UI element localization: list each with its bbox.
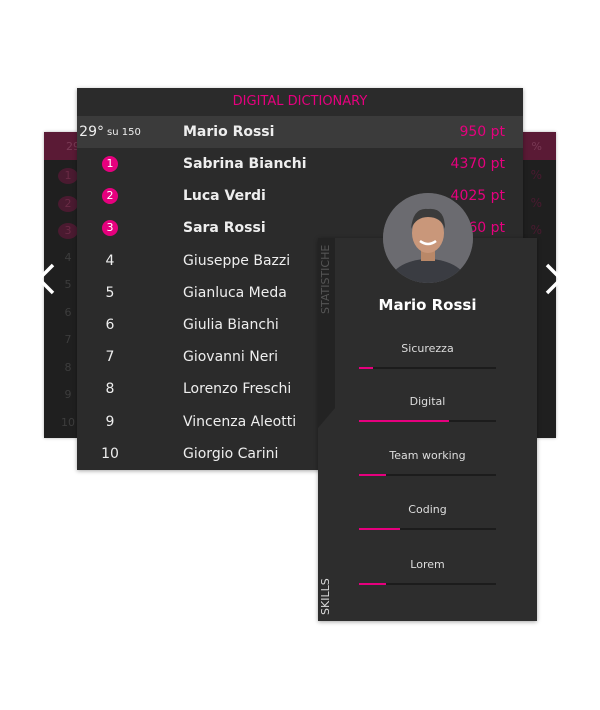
background-rank: 6 (64, 305, 72, 319)
rank-cell: 6 (77, 317, 143, 333)
player-name: Giulia Bianchi (183, 317, 279, 333)
profile-card: STATISTICHE SKILLS Mario Rossi Sicurezza… (318, 238, 537, 621)
player-name: Vincenza Aleotti (183, 413, 297, 430)
background-pct: % (531, 140, 542, 153)
table-row[interactable]: 1 Sabrina Bianchi 4370 pt (77, 148, 523, 180)
player-name: Sara Rossi (183, 220, 266, 237)
background-rank: 1 (58, 168, 78, 184)
my-rank: 29° su 150 (77, 124, 143, 140)
skill-bar-fill (359, 528, 401, 530)
avatar-photo (383, 193, 473, 283)
rank-number: 9 (105, 413, 115, 430)
skill-label: Sicurezza (401, 342, 454, 355)
rank-medal: 2 (102, 188, 118, 205)
background-rank: 7 (64, 333, 72, 346)
rank-number: 6 (105, 317, 115, 333)
player-name: Lorenzo Freschi (183, 381, 292, 398)
rank-total: su 150 (107, 126, 141, 138)
rank-number: 8 (105, 381, 115, 398)
rank-number: 7 (105, 349, 115, 366)
skill-item: Sicurezza (359, 342, 496, 369)
skill-item: Digital (359, 395, 496, 422)
rank-number: 5 (105, 284, 115, 301)
skill-label: Lorem (410, 558, 445, 571)
rank-cell: 5 (77, 285, 143, 301)
player-name: Giorgio Carini (183, 445, 279, 462)
skill-bar (359, 583, 496, 585)
background-pct: % (530, 168, 542, 182)
skill-bar-fill (359, 583, 387, 585)
skill-item: Coding (359, 503, 496, 530)
background-rank: 8 (64, 360, 72, 374)
skill-bar (359, 474, 496, 476)
skill-bar (359, 420, 496, 422)
profile-name: Mario Rossi (378, 296, 477, 314)
player-name: Sabrina Bianchi (183, 156, 307, 172)
background-pct: % (530, 195, 542, 210)
leaderboard-title: DIGITAL DICTIONARY (232, 94, 368, 109)
skill-bar (359, 367, 496, 369)
player-name: Giovanni Neri (183, 349, 278, 366)
rank-number: 4 (105, 252, 115, 269)
rank-cell: 3 (77, 220, 143, 237)
background-rank: 10 (61, 415, 75, 429)
rank-cell: 9 (77, 414, 143, 430)
skill-label: Team working (389, 449, 466, 462)
my-rank-value: 29° (79, 124, 104, 140)
player-points: 4025 pt (450, 188, 505, 205)
background-rank: 2 (58, 195, 78, 212)
skill-bar-fill (359, 420, 450, 422)
background-rank: 9 (64, 388, 72, 401)
skill-item: Lorem (359, 558, 496, 585)
chevron-right-icon[interactable] (544, 262, 564, 296)
rank-cell: 7 (77, 349, 143, 365)
my-points: 950 pt (459, 124, 505, 140)
rank-cell: 1 (77, 156, 143, 172)
player-name: Giuseppe Bazzi (183, 252, 291, 269)
skill-bar (359, 528, 496, 530)
my-name: Mario Rossi (183, 124, 275, 140)
player-name: Luca Verdi (183, 188, 266, 205)
background-pct: % (530, 223, 542, 237)
rank-cell: 10 (77, 446, 143, 462)
rank-medal: 3 (102, 220, 118, 237)
chevron-left-icon[interactable] (36, 262, 56, 296)
rank-cell: 4 (77, 253, 143, 269)
my-rank-row[interactable]: 29° su 150 Mario Rossi 950 pt (77, 116, 523, 148)
player-points: 4370 pt (450, 156, 505, 172)
avatar (383, 193, 473, 283)
tab-skills[interactable]: SKILLS (319, 578, 332, 615)
background-rank: 5 (64, 278, 72, 291)
player-name: Gianluca Meda (183, 284, 287, 301)
background-rank: 4 (64, 250, 72, 264)
rank-cell: 8 (77, 381, 143, 397)
rank-medal: 1 (102, 156, 118, 172)
background-rank: 3 (58, 223, 78, 239)
rank-number: 10 (101, 445, 119, 462)
skill-label: Digital (409, 395, 446, 408)
skill-label: Coding (408, 503, 447, 516)
skill-item: Team working (359, 449, 496, 476)
skill-bar-fill (359, 367, 373, 369)
skill-bar-fill (359, 474, 387, 476)
rank-cell: 2 (77, 188, 143, 205)
